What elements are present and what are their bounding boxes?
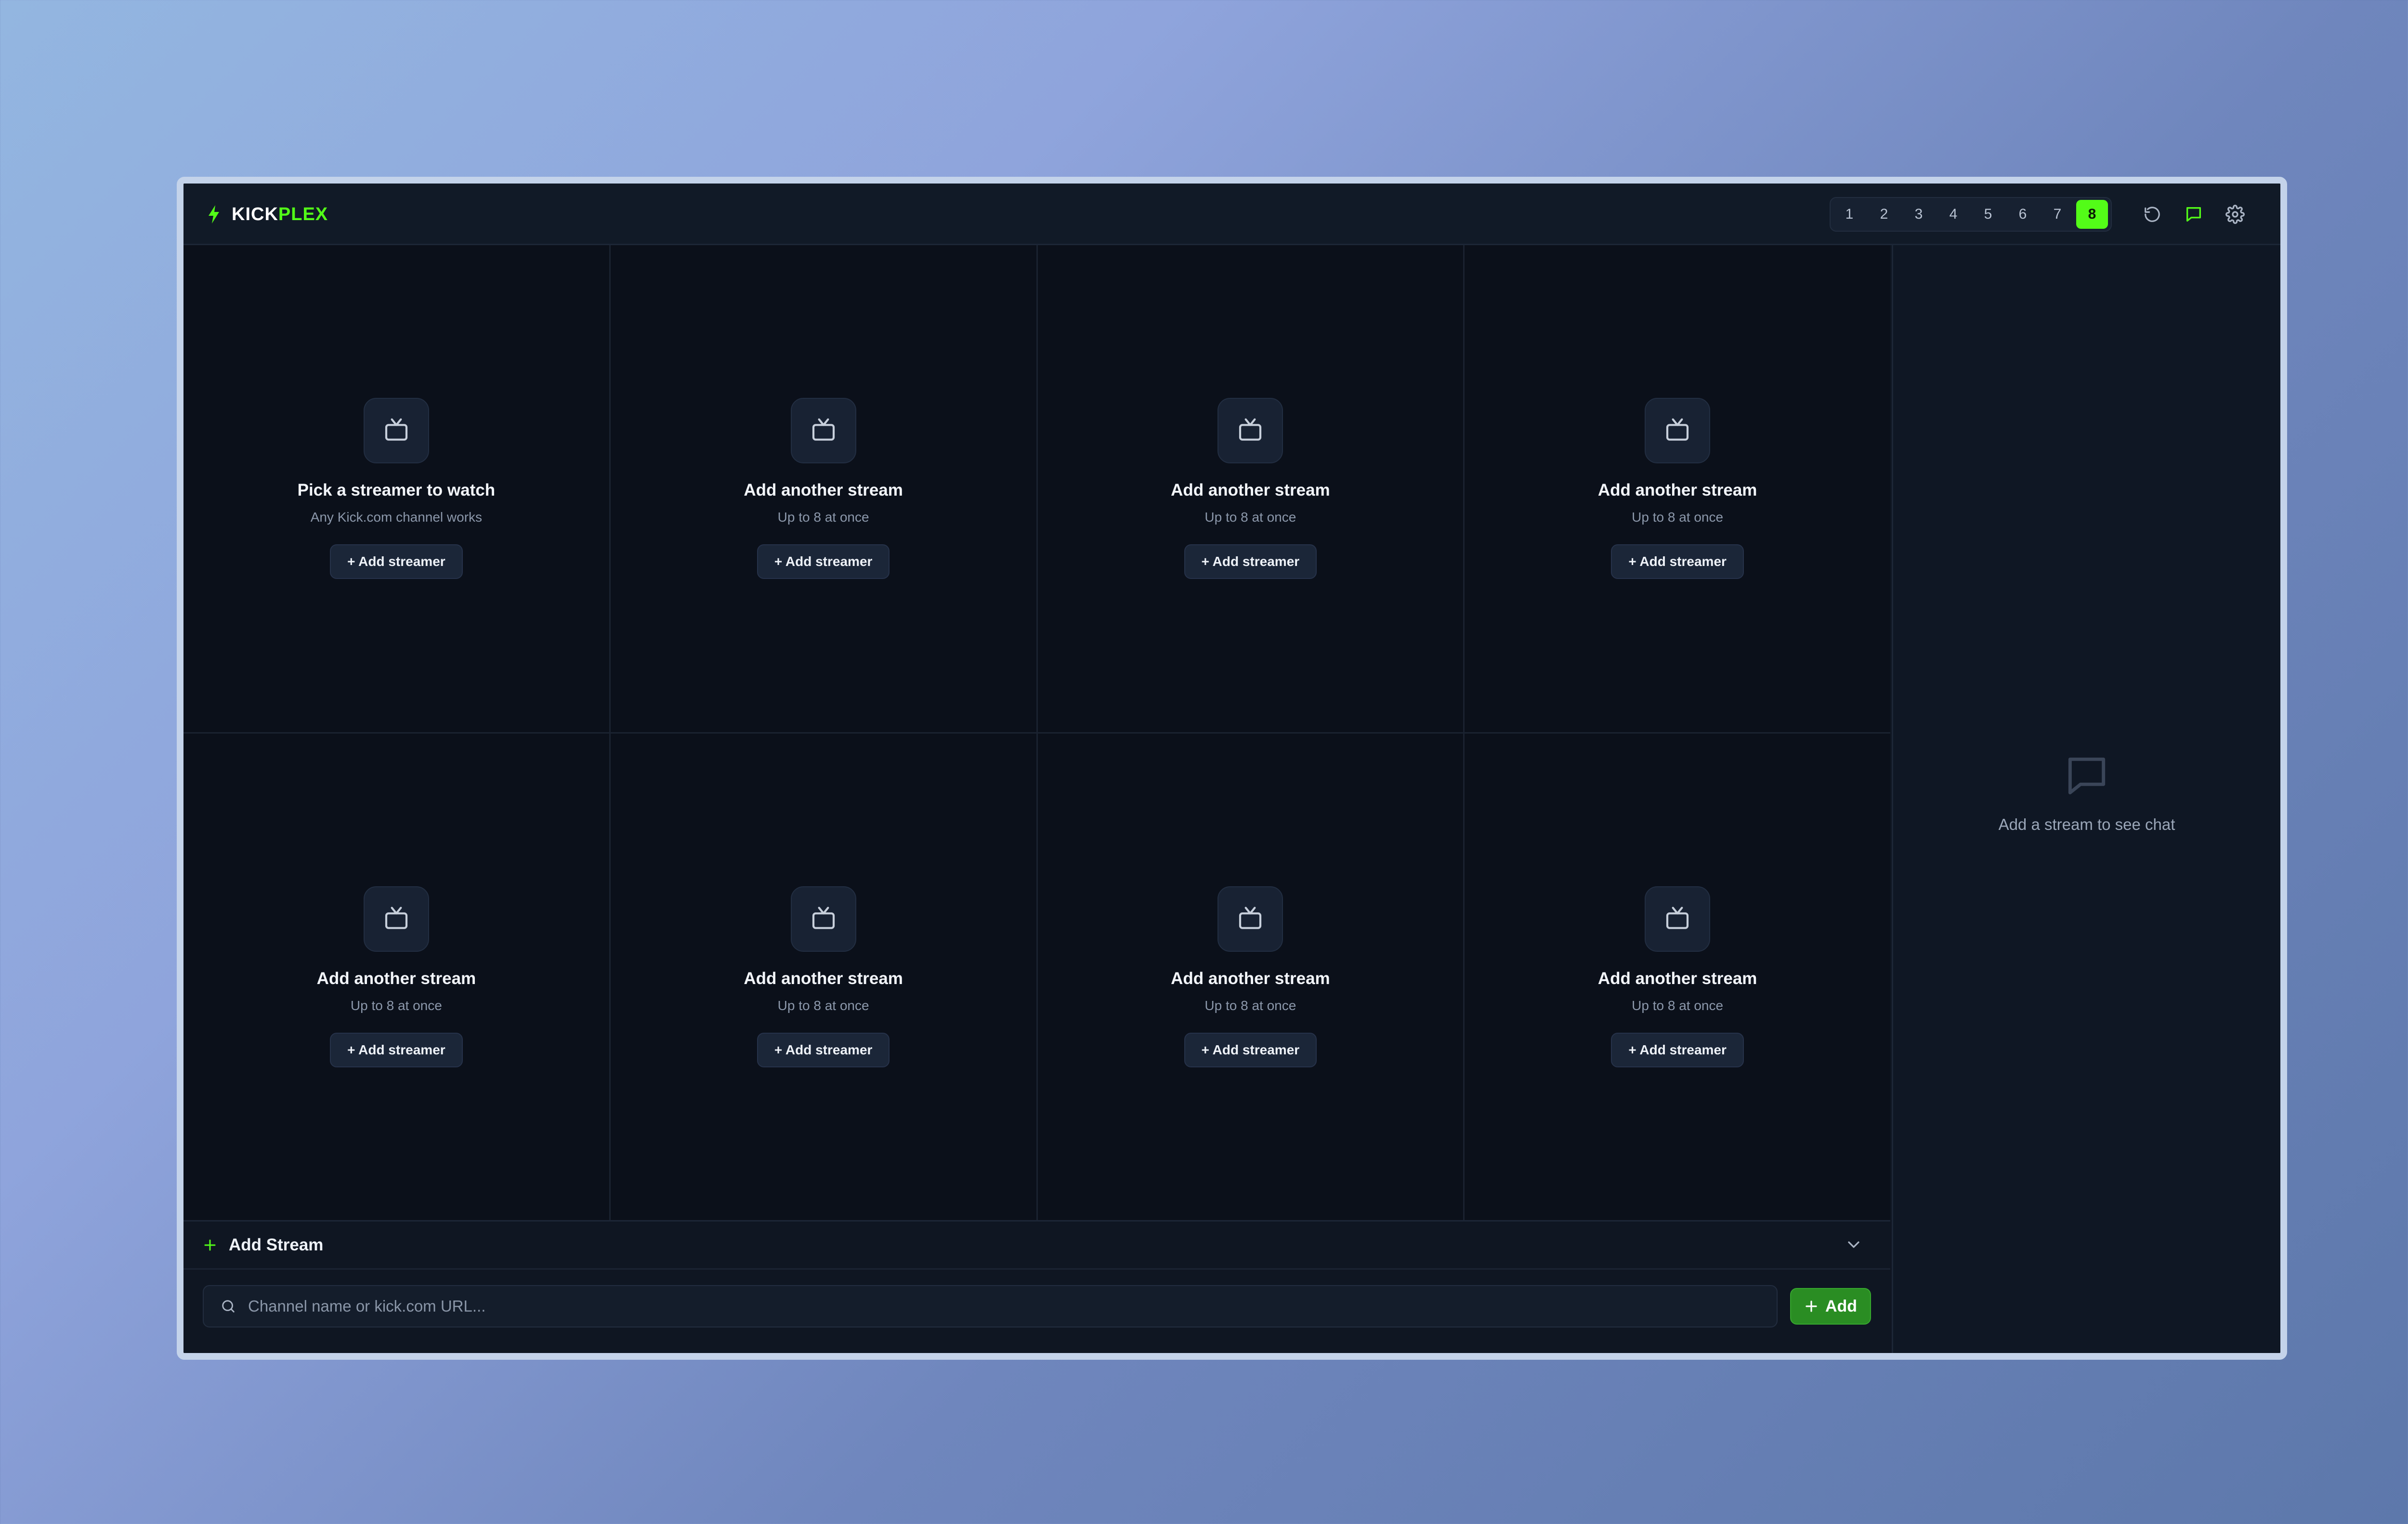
layout-option-3[interactable]: 3 bbox=[1903, 200, 1935, 229]
tile-subtitle: Up to 8 at once bbox=[777, 510, 869, 525]
tile-icon-box bbox=[1645, 398, 1711, 464]
add-streamer-button[interactable]: + Add streamer bbox=[330, 544, 463, 579]
tile-icon-box bbox=[363, 886, 429, 952]
add-button[interactable]: Add bbox=[1790, 1288, 1871, 1325]
add-button-label: Add bbox=[1825, 1297, 1858, 1315]
tv-icon bbox=[812, 907, 835, 929]
chat-icon bbox=[2186, 207, 2201, 222]
tile-icon-box bbox=[363, 398, 429, 464]
tile-icon-box bbox=[790, 886, 856, 952]
add-streamer-button[interactable]: + Add streamer bbox=[1184, 1032, 1317, 1067]
chat-empty-text: Add a stream to see chat bbox=[1998, 815, 2175, 833]
channel-input[interactable] bbox=[247, 1297, 1777, 1316]
tile-subtitle: Up to 8 at once bbox=[1632, 998, 1724, 1013]
add-stream-panel: Add Stream Add bbox=[183, 1220, 1890, 1353]
bolt-icon bbox=[209, 205, 219, 223]
tile-subtitle: Up to 8 at once bbox=[1204, 510, 1296, 525]
chat-bubble-icon bbox=[2068, 757, 2106, 795]
tile-subtitle: Any Kick.com channel works bbox=[310, 510, 483, 525]
app-header: KICKPLEX 1 2 3 4 5 6 7 8 bbox=[183, 184, 2280, 245]
stream-slot: Add another stream Up to 8 at once + Add… bbox=[610, 245, 1036, 732]
tile-title: Pick a streamer to watch bbox=[297, 481, 496, 500]
stream-slot: Pick a streamer to watch Any Kick.com ch… bbox=[183, 245, 609, 732]
chat-panel: Add a stream to see chat bbox=[1892, 245, 2280, 1353]
header-toolbar: 1 2 3 4 5 6 7 8 bbox=[1830, 197, 2252, 232]
reset-button[interactable] bbox=[2135, 197, 2170, 232]
stream-slot: Add another stream Up to 8 at once + Add… bbox=[610, 733, 1036, 1220]
channel-search-box bbox=[203, 1285, 1778, 1327]
tile-icon-box bbox=[1217, 398, 1283, 464]
app-logo[interactable]: KICKPLEX bbox=[208, 184, 328, 245]
tv-icon bbox=[385, 907, 407, 929]
tv-icon bbox=[385, 418, 407, 441]
tv-icon bbox=[1666, 418, 1689, 441]
add-stream-title: Add Stream bbox=[229, 1235, 324, 1254]
logo-text: KICKPLEX bbox=[232, 204, 328, 225]
search-icon bbox=[220, 1298, 236, 1314]
layout-selector: 1 2 3 4 5 6 7 8 bbox=[1830, 197, 2112, 232]
chevron-down-icon[interactable] bbox=[1844, 1234, 1863, 1255]
tile-icon-box bbox=[1645, 886, 1711, 952]
tv-icon bbox=[1666, 907, 1689, 929]
tile-icon-box bbox=[1217, 886, 1283, 952]
stream-slot: Add another stream Up to 8 at once + Add… bbox=[1465, 733, 1890, 1220]
tile-title: Add another stream bbox=[1597, 969, 1757, 988]
stream-slot: Add another stream Up to 8 at once + Add… bbox=[1037, 245, 1464, 732]
tile-icon-box bbox=[790, 398, 856, 464]
tile-subtitle: Up to 8 at once bbox=[1204, 998, 1296, 1013]
tile-subtitle: Up to 8 at once bbox=[350, 998, 442, 1013]
tile-title: Add another stream bbox=[1597, 481, 1757, 500]
tile-title: Add another stream bbox=[1171, 481, 1330, 500]
add-streamer-button[interactable]: + Add streamer bbox=[757, 544, 890, 579]
layout-option-5[interactable]: 5 bbox=[1972, 200, 2004, 229]
tile-title: Add another stream bbox=[744, 481, 903, 500]
plus-icon bbox=[1806, 1301, 1817, 1312]
stream-slot: Add another stream Up to 8 at once + Add… bbox=[1037, 733, 1464, 1220]
layout-option-2[interactable]: 2 bbox=[1868, 200, 1900, 229]
plus-icon bbox=[204, 1239, 216, 1250]
stream-slot: Add another stream Up to 8 at once + Add… bbox=[183, 733, 609, 1220]
add-streamer-button[interactable]: + Add streamer bbox=[1184, 544, 1317, 579]
add-streamer-button[interactable]: + Add streamer bbox=[1611, 544, 1744, 579]
layout-option-7[interactable]: 7 bbox=[2042, 200, 2073, 229]
tv-icon bbox=[812, 418, 835, 441]
layout-option-6[interactable]: 6 bbox=[2007, 200, 2039, 229]
stream-grid: Pick a streamer to watch Any Kick.com ch… bbox=[183, 245, 1890, 1220]
reset-icon bbox=[2145, 207, 2160, 222]
app-window: KICKPLEX 1 2 3 4 5 6 7 8 Pick a streamer… bbox=[177, 177, 2287, 1360]
logo-text-kick: KICK bbox=[232, 204, 278, 224]
layout-option-1[interactable]: 1 bbox=[1833, 200, 1865, 229]
logo-text-plex: PLEX bbox=[278, 204, 328, 224]
tile-title: Add another stream bbox=[744, 969, 903, 988]
stream-slot: Add another stream Up to 8 at once + Add… bbox=[1465, 245, 1890, 732]
tv-icon bbox=[1239, 907, 1262, 929]
layout-option-4[interactable]: 4 bbox=[1937, 200, 1969, 229]
add-stream-toggle[interactable]: Add Stream bbox=[203, 1222, 323, 1268]
tile-title: Add another stream bbox=[1171, 969, 1330, 988]
add-stream-header[interactable]: Add Stream bbox=[183, 1222, 1890, 1270]
tv-icon bbox=[1239, 418, 1262, 441]
toggle-chat-button[interactable] bbox=[2176, 197, 2211, 232]
add-streamer-button[interactable]: + Add streamer bbox=[330, 1032, 463, 1067]
gear-icon bbox=[2225, 205, 2245, 224]
tile-subtitle: Up to 8 at once bbox=[1632, 510, 1724, 525]
settings-button[interactable] bbox=[2218, 197, 2252, 232]
add-streamer-button[interactable]: + Add streamer bbox=[757, 1032, 890, 1067]
add-streamer-button[interactable]: + Add streamer bbox=[1611, 1032, 1744, 1067]
layout-option-8[interactable]: 8 bbox=[2076, 200, 2108, 229]
tile-subtitle: Up to 8 at once bbox=[777, 998, 869, 1013]
chat-empty-state: Add a stream to see chat bbox=[1893, 751, 2280, 834]
tile-title: Add another stream bbox=[316, 969, 476, 988]
